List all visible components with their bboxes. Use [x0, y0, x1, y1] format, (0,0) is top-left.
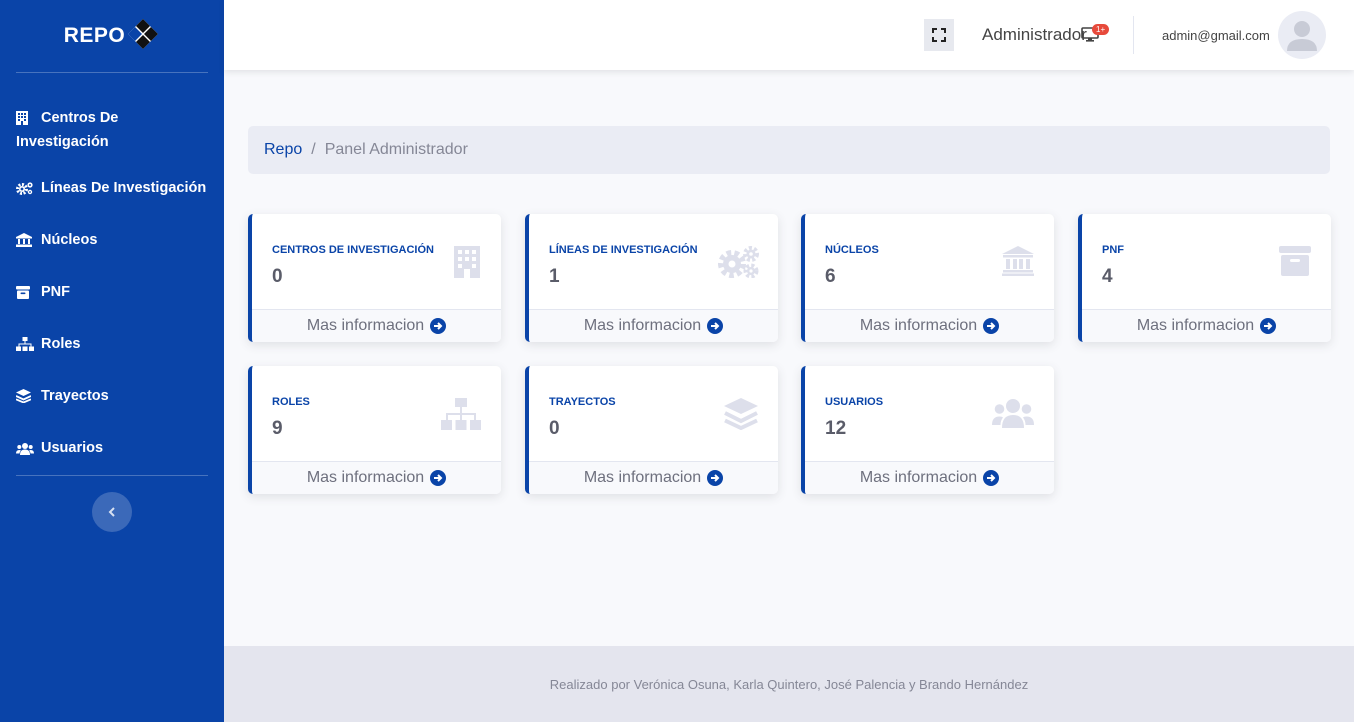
card-count: 1 [549, 266, 560, 287]
card-count: 4 [1102, 266, 1113, 287]
more-info-link[interactable]: Mas informacion [529, 309, 778, 342]
more-info-label: Mas informacion [583, 317, 702, 334]
more-info-label: Mas informacion [583, 469, 702, 486]
users-icon [16, 436, 34, 460]
arrow-circle-right-icon [983, 470, 1000, 486]
more-info-label: Mas informacion [306, 317, 425, 334]
card-count: 0 [549, 418, 560, 439]
more-info-link[interactable]: Mas informacion [805, 309, 1054, 342]
chevron-left-icon [108, 507, 115, 517]
more-info-link[interactable]: Mas informacion [1082, 309, 1331, 342]
more-info-link[interactable]: Mas informacion [252, 461, 501, 494]
footer-credits: Realizado por Verónica Osuna, Karla Quin… [549, 676, 1029, 692]
sidebar-toggle-wrap [0, 476, 224, 532]
expand-icon [932, 28, 946, 42]
breadcrumb-root-link[interactable]: Repo [264, 141, 302, 159]
card-title: NÚCLEOS [825, 244, 879, 256]
more-info-label: Mas informacion [306, 469, 425, 486]
card-title: CENTROS DE INVESTIGACIÓN [272, 244, 434, 256]
sidebar-item-label: PNF [41, 284, 70, 300]
card-title: ROLES [272, 396, 310, 408]
card-usuarios: USUARIOS 12 Mas informacion [801, 366, 1054, 494]
sidebar-item-label: Núcleos [41, 232, 98, 248]
sitemap-icon [16, 332, 34, 356]
breadcrumb-separator: / [311, 141, 316, 158]
card-title: USUARIOS [825, 396, 884, 408]
card-centros: CENTROS DE INVESTIGACIÓN 0 Mas informaci… [248, 214, 501, 342]
sidebar-item-lineas[interactable]: Líneas De Investigación [0, 162, 224, 214]
university-icon [1002, 246, 1034, 276]
arrow-circle-right-icon [430, 318, 447, 334]
brand-logo-icon [128, 19, 159, 49]
sidebar-item-usuarios[interactable]: Usuarios [0, 422, 224, 474]
sidebar-item-label: Usuarios [41, 440, 104, 456]
arrow-circle-right-icon [430, 470, 447, 486]
archive-icon [1279, 246, 1311, 276]
card-roles: ROLES 9 Mas informacion [248, 366, 501, 494]
user-role-label[interactable]: Administrador [982, 25, 1087, 45]
card-count: 9 [272, 418, 283, 439]
sidebar-item-roles[interactable]: Roles [0, 318, 224, 370]
breadcrumb: Repo / Panel Administrador [248, 126, 1330, 174]
more-info-label: Mas informacion [859, 317, 978, 334]
card-trayectos: TRAYECTOS 0 Mas informacion [525, 366, 778, 494]
footer: Realizado por Verónica Osuna, Karla Quin… [224, 646, 1354, 722]
arrow-circle-right-icon [983, 318, 1000, 334]
sitemap-icon [441, 398, 481, 430]
card-count: 12 [825, 418, 847, 439]
user-avatar-icon [1287, 21, 1317, 51]
avatar[interactable] [1278, 11, 1326, 59]
sidebar-item-pnf[interactable]: PNF [0, 266, 224, 318]
layer-group-icon [724, 398, 758, 430]
cogs-icon [718, 246, 759, 278]
sidebar-toggle-button[interactable] [92, 492, 132, 532]
sidebar-item-label: Roles [41, 336, 81, 352]
sidebar-item-centros[interactable]: Centros De Investigación [0, 93, 224, 162]
brand[interactable]: REPO [0, 0, 224, 72]
sidebar-nav: Centros De Investigación Líneas De Inves… [0, 73, 224, 474]
university-icon [16, 228, 34, 252]
topbar: Administrador 1+ admin@gmail.com [224, 0, 1354, 70]
card-title: LÍNEAS DE INVESTIGACIÓN [549, 244, 698, 256]
card-count: 6 [825, 266, 836, 287]
sidebar-item-label: Centros De Investigación [16, 110, 119, 150]
more-info-label: Mas informacion [1136, 317, 1255, 334]
card-nucleos: NÚCLEOS 6 Mas informacion [801, 214, 1054, 342]
sidebar-item-nucleos[interactable]: Núcleos [0, 214, 224, 266]
card-count: 0 [272, 266, 283, 287]
cogs-icon [16, 176, 34, 200]
user-email[interactable]: admin@gmail.com [1162, 28, 1270, 43]
more-info-label: Mas informacion [859, 469, 978, 486]
sidebar: REPO Centros De Investigación Líneas De … [0, 0, 224, 722]
card-title: TRAYECTOS [549, 396, 616, 408]
building-icon [454, 246, 480, 278]
sidebar-item-label: Trayectos [41, 388, 109, 404]
card-lineas: LÍNEAS DE INVESTIGACIÓN 1 Mas informacio… [525, 214, 778, 342]
arrow-circle-right-icon [707, 318, 724, 334]
breadcrumb-current: Panel Administrador [324, 141, 468, 158]
users-icon [992, 399, 1034, 428]
arrow-circle-right-icon [707, 470, 724, 486]
topbar-divider [1133, 16, 1134, 54]
layer-group-icon [16, 384, 34, 408]
brand-name: REPO [63, 24, 126, 47]
more-info-link[interactable]: Mas informacion [529, 461, 778, 494]
sidebar-item-trayectos[interactable]: Trayectos [0, 370, 224, 422]
notification-badge: 1+ [1092, 24, 1110, 35]
more-info-link[interactable]: Mas informacion [805, 461, 1054, 494]
arrow-circle-right-icon [1260, 318, 1277, 334]
more-info-link[interactable]: Mas informacion [252, 309, 501, 342]
archive-icon [16, 280, 34, 304]
card-title: PNF [1102, 244, 1124, 256]
sidebar-item-label: Líneas De Investigación [41, 180, 207, 196]
fullscreen-button[interactable] [924, 19, 954, 51]
card-pnf: PNF 4 Mas informacion [1078, 214, 1331, 342]
